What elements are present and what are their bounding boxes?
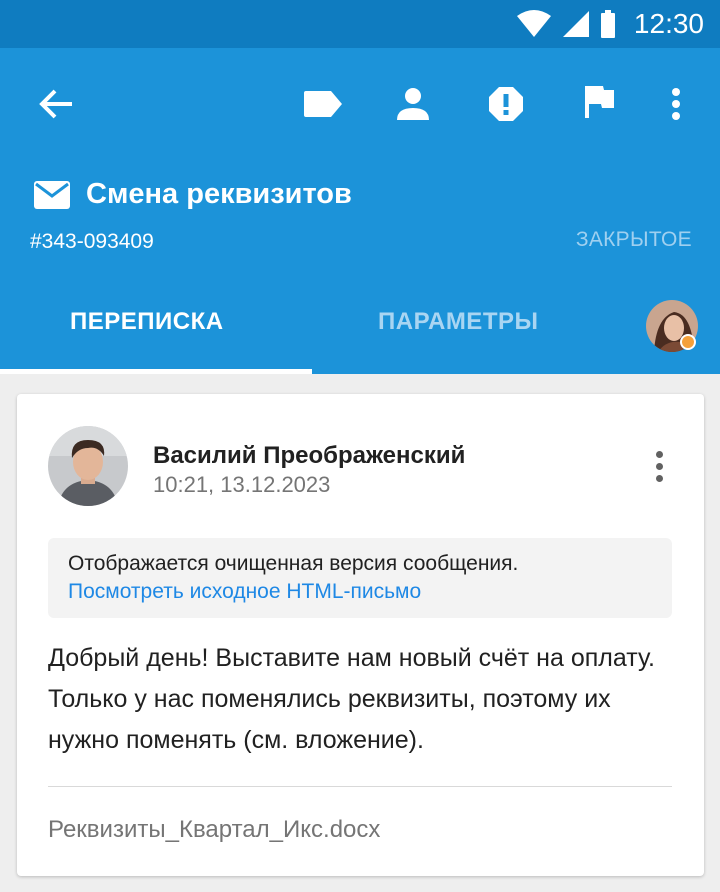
tag-button[interactable] — [299, 80, 347, 128]
back-button[interactable] — [32, 80, 80, 128]
assignee-avatar[interactable] — [646, 300, 698, 352]
status-icons: 12:30 — [516, 8, 704, 40]
flag-icon — [585, 86, 614, 118]
wifi-icon — [516, 10, 551, 37]
assignee-button[interactable] — [389, 80, 437, 128]
divider — [48, 786, 672, 787]
sender-name: Василий Преображенский — [153, 442, 466, 469]
tab-indicator — [0, 369, 312, 374]
tab-parameters[interactable]: ПАРАМЕТРЫ — [378, 308, 538, 336]
app-bar: Смена реквизитов #343-093409 ЗАКРЫТОЕ ПЕ… — [0, 48, 720, 374]
ticket-title-row: Смена реквизитов — [34, 178, 352, 211]
attachment-link[interactable]: Реквизиты_Квартал_Икс.docx — [48, 816, 380, 844]
sanitized-notice: Отображается очищенная версия сообщения.… — [48, 538, 672, 618]
tag-icon — [304, 91, 342, 117]
tab-correspondence[interactable]: ПЕРЕПИСКА — [70, 308, 224, 336]
battery-icon — [600, 10, 615, 38]
notice-text: Отображается очищенная версия сообщения. — [68, 552, 519, 575]
ticket-status: ЗАКРЫТОЕ — [575, 228, 692, 251]
alert-icon — [489, 87, 523, 121]
back-arrow-icon — [39, 89, 72, 119]
online-status-dot — [682, 336, 694, 348]
message-card: Василий Преображенский 10:21, 13.12.2023… — [17, 394, 704, 876]
flag-button[interactable] — [575, 78, 623, 126]
envelope-icon — [34, 180, 70, 209]
sender-avatar[interactable] — [48, 426, 128, 506]
message-datetime: 10:21, 13.12.2023 — [153, 472, 331, 497]
message-menu-button[interactable] — [639, 444, 679, 488]
more-vert-icon — [672, 88, 680, 120]
view-original-html-link[interactable]: Посмотреть исходное HTML-письмо — [68, 578, 652, 606]
ticket-id: #343-093409 — [30, 230, 154, 253]
clock: 12:30 — [633, 8, 704, 39]
more-button[interactable] — [652, 80, 700, 128]
status-bar: 12:30 — [0, 0, 720, 48]
more-vert-icon — [655, 450, 663, 458]
signal-icon — [562, 11, 589, 37]
message-body: Добрый день! Выставите нам новый счёт на… — [48, 644, 655, 754]
person-icon — [397, 88, 429, 120]
ticket-title: Смена реквизитов — [86, 178, 352, 210]
priority-button[interactable] — [482, 80, 530, 128]
